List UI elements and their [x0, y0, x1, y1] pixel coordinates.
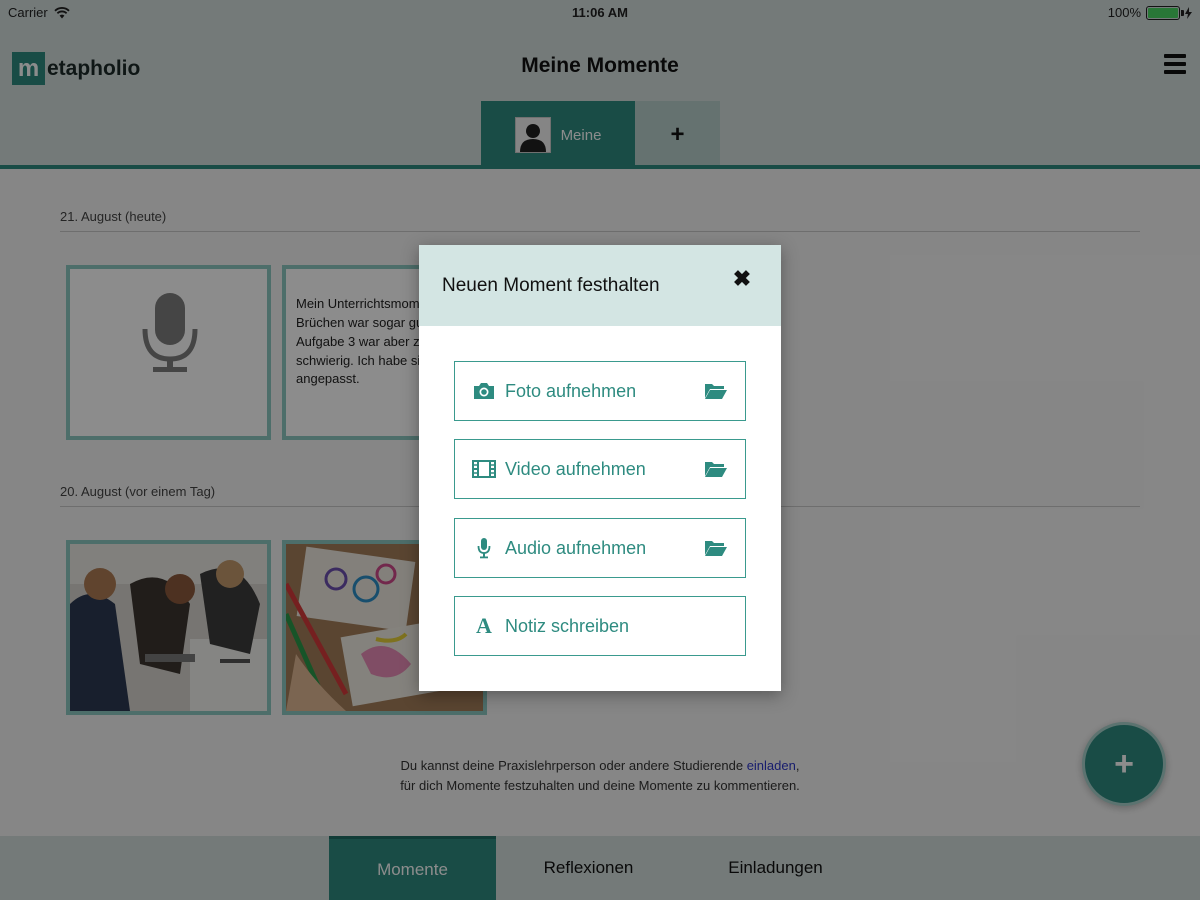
record-audio-button[interactable]: Audio aufnehmen	[454, 518, 746, 578]
folder-open-icon[interactable]	[703, 458, 729, 480]
record-audio-label: Audio aufnehmen	[505, 537, 647, 558]
camera-icon	[471, 378, 497, 404]
write-note-label: Notiz schreiben	[505, 615, 630, 636]
folder-open-icon[interactable]	[703, 537, 729, 559]
film-icon	[471, 456, 497, 482]
take-video-button[interactable]: Video aufnehmen	[454, 439, 746, 499]
new-moment-dialog: Neuen Moment festhalten ✖ Foto aufnehmen…	[419, 245, 781, 691]
folder-open-icon[interactable]	[703, 380, 729, 402]
microphone-icon	[471, 535, 497, 561]
take-video-label: Video aufnehmen	[505, 458, 646, 479]
dialog-title: Neuen Moment festhalten	[442, 275, 660, 296]
text-icon: A	[476, 613, 492, 638]
take-photo-button[interactable]: Foto aufnehmen	[454, 361, 746, 421]
write-note-button[interactable]: A Notiz schreiben	[454, 596, 746, 656]
take-photo-label: Foto aufnehmen	[505, 380, 637, 401]
dialog-header: Neuen Moment festhalten ✖	[419, 245, 781, 326]
close-icon[interactable]: ✖	[730, 266, 754, 291]
